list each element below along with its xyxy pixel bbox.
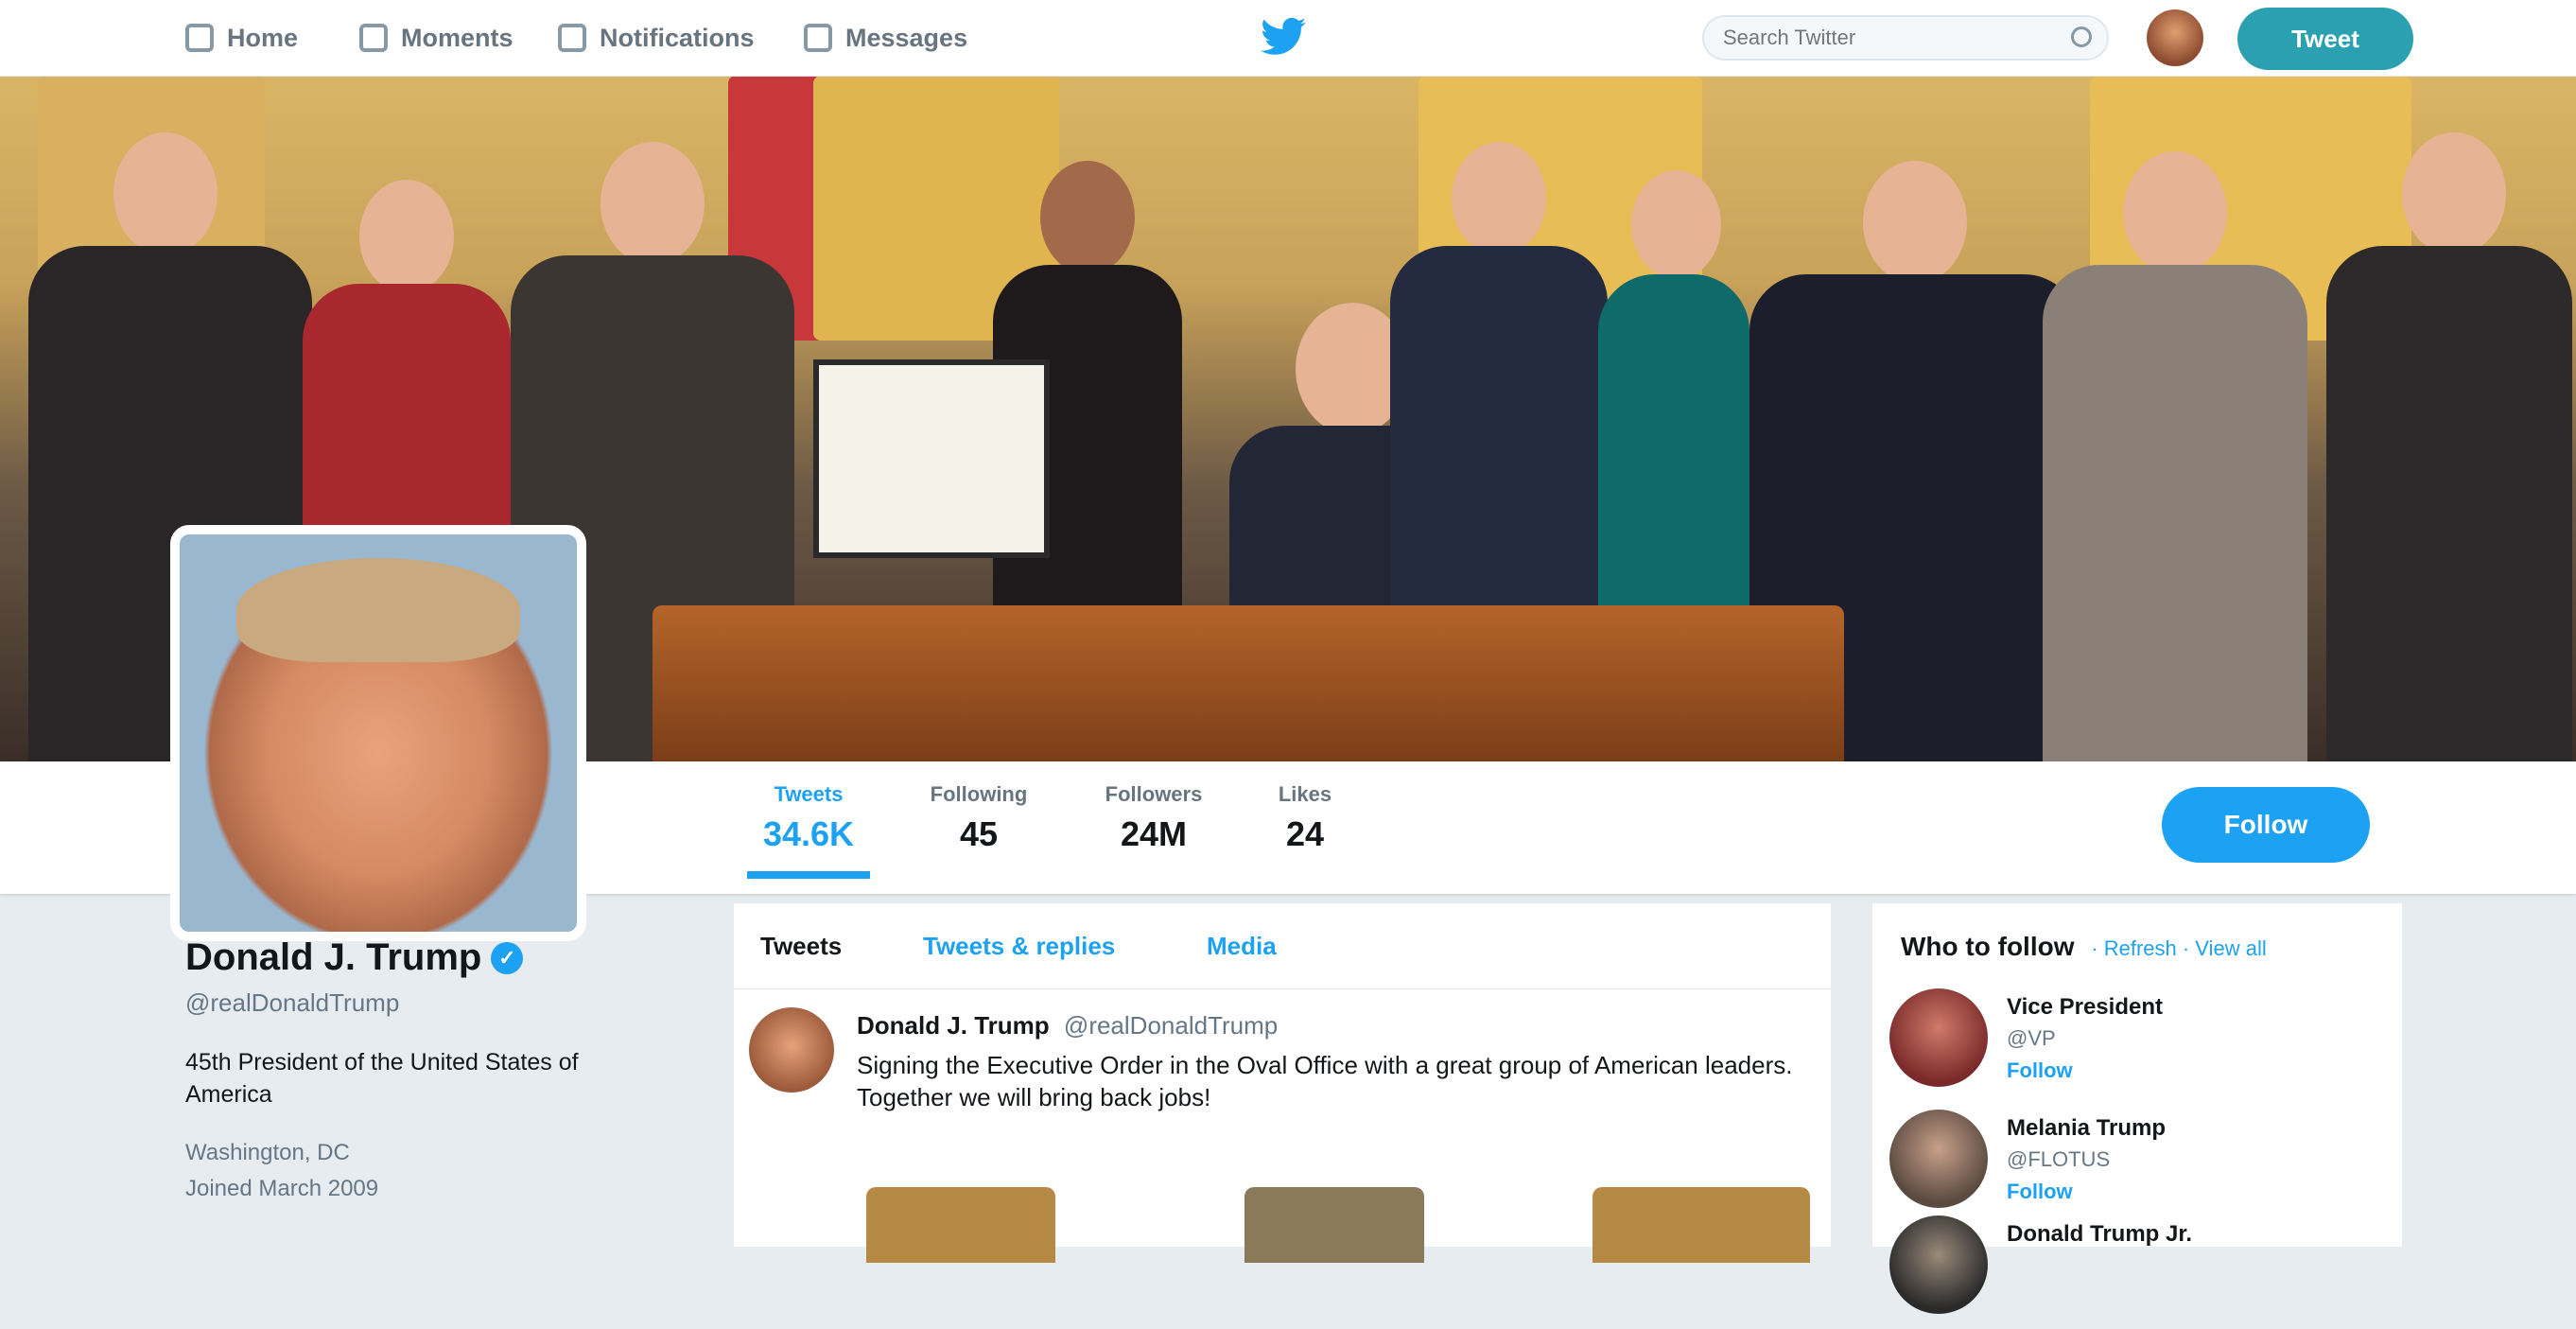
profile-meta: Washington, DC Joined March 2009 xyxy=(185,1135,658,1207)
tweet-text: Signing the Executive Order in the Oval … xyxy=(857,1051,1793,1111)
suggestion-follow-button[interactable]: Follow xyxy=(2007,1058,2073,1083)
person-figure xyxy=(2326,132,2572,761)
twitter-bird-icon[interactable] xyxy=(1258,13,1311,61)
timeline-tabs: Tweets Tweets & replies Media xyxy=(734,903,1831,989)
stat-likes[interactable]: Likes 24 xyxy=(1258,782,1352,854)
profile-location: Washington, DC xyxy=(185,1140,350,1165)
profile-name: Donald J. Trump ✓ xyxy=(185,936,658,979)
who-to-follow-title: Who to follow · Refresh · View all xyxy=(1901,932,2267,962)
suggestion-item[interactable]: Donald Trump Jr. xyxy=(1889,1215,2391,1329)
stat-label: Likes xyxy=(1278,782,1332,806)
profile-card: Donald J. Trump ✓ @realDonaldTrump 45th … xyxy=(185,936,658,1207)
stat-value: 45 xyxy=(959,814,999,853)
suggestion-handle: @FLOTUS xyxy=(2007,1147,2111,1171)
stat-following[interactable]: Following 45 xyxy=(913,782,1045,854)
refresh-link[interactable]: · Refresh · View all xyxy=(2091,936,2266,960)
profile-handle[interactable]: @realDonaldTrump xyxy=(185,988,658,1018)
nav-moments[interactable]: Moments xyxy=(359,0,513,76)
nav-moments-label: Moments xyxy=(401,23,513,52)
suggestion-item[interactable]: Vice President @VP Follow xyxy=(1889,988,2391,1102)
stat-tweets[interactable]: Tweets 34.6K xyxy=(747,782,870,879)
account-avatar[interactable] xyxy=(2147,9,2203,66)
tweet-button[interactable]: Tweet xyxy=(2237,8,2413,70)
stat-label: Followers xyxy=(1105,782,1203,806)
tab-tweets[interactable]: Tweets xyxy=(760,932,842,961)
suggestion-name[interactable]: Melania Trump xyxy=(2007,1115,2166,1142)
suggestion-avatar[interactable] xyxy=(1889,1215,1988,1314)
tab-media[interactable]: Media xyxy=(1207,932,1277,961)
nav-messages-label: Messages xyxy=(845,23,968,52)
notifications-icon xyxy=(558,24,586,52)
messages-icon xyxy=(804,24,832,52)
profile-bio: 45th President of the United States of A… xyxy=(185,1049,579,1108)
stat-label: Tweets xyxy=(774,782,844,806)
signed-document xyxy=(813,359,1050,558)
nav-home[interactable]: Home xyxy=(185,0,298,76)
person-figure xyxy=(2043,151,2307,761)
who-to-follow-heading: Who to follow xyxy=(1901,932,2075,961)
moments-icon xyxy=(359,24,388,52)
top-navigation-bar: Home Moments Notifications Messages Twee… xyxy=(0,0,2576,77)
tweet-media-image[interactable] xyxy=(1244,1187,1424,1263)
follow-button[interactable]: Follow xyxy=(2162,787,2370,863)
nav-notifications[interactable]: Notifications xyxy=(558,0,755,76)
who-to-follow-panel: Who to follow · Refresh · View all Vice … xyxy=(1872,903,2402,1314)
tweet-author-handle: @realDonaldTrump xyxy=(1063,1011,1279,1040)
stat-value: 24 xyxy=(1285,814,1325,853)
stat-label: Following xyxy=(930,782,1028,806)
verified-badge-icon: ✓ xyxy=(491,941,524,974)
nav-home-label: Home xyxy=(227,23,299,52)
suggestion-item[interactable]: Melania Trump @FLOTUS Follow xyxy=(1889,1110,2391,1223)
stat-value: 24M xyxy=(1120,814,1188,853)
suggestion-handle: @VP xyxy=(2007,1026,2056,1050)
profile-avatar[interactable] xyxy=(170,525,586,941)
search-icon[interactable] xyxy=(2071,26,2092,47)
stat-value: 34.6K xyxy=(762,814,855,853)
suggestion-avatar[interactable] xyxy=(1889,988,1988,1087)
profile-name-text: Donald J. Trump xyxy=(185,936,482,978)
home-icon xyxy=(185,24,214,52)
tweet-media-image[interactable] xyxy=(1593,1187,1810,1263)
nav-messages[interactable]: Messages xyxy=(804,0,967,76)
suggestion-name[interactable]: Vice President xyxy=(2007,994,2163,1021)
avatar-hair-shape xyxy=(236,558,520,662)
stat-followers[interactable]: Followers 24M xyxy=(1088,782,1220,854)
search-input[interactable] xyxy=(1702,15,2109,61)
tweet-author-name[interactable]: Donald J. Trump xyxy=(857,1011,1050,1040)
resolute-desk xyxy=(653,605,1844,761)
tweet-author-avatar[interactable] xyxy=(749,1007,834,1093)
suggestion-follow-button[interactable]: Follow xyxy=(2007,1180,2073,1204)
tweet-header: Donald J. Trump @realDonaldTrump xyxy=(857,1011,1278,1040)
tab-tweets-replies[interactable]: Tweets & replies xyxy=(923,932,1115,961)
tweet-media-image[interactable] xyxy=(866,1187,1055,1263)
timeline: Tweets Tweets & replies Media Donald J. … xyxy=(734,903,1831,1263)
suggestion-name[interactable]: Donald Trump Jr. xyxy=(2007,1221,2192,1248)
suggestion-avatar[interactable] xyxy=(1889,1110,1988,1208)
profile-joined: Joined March 2009 xyxy=(185,1176,379,1201)
tweet-item[interactable]: Donald J. Trump @realDonaldTrump Signing… xyxy=(734,988,1831,1263)
nav-notifications-label: Notifications xyxy=(600,23,755,52)
